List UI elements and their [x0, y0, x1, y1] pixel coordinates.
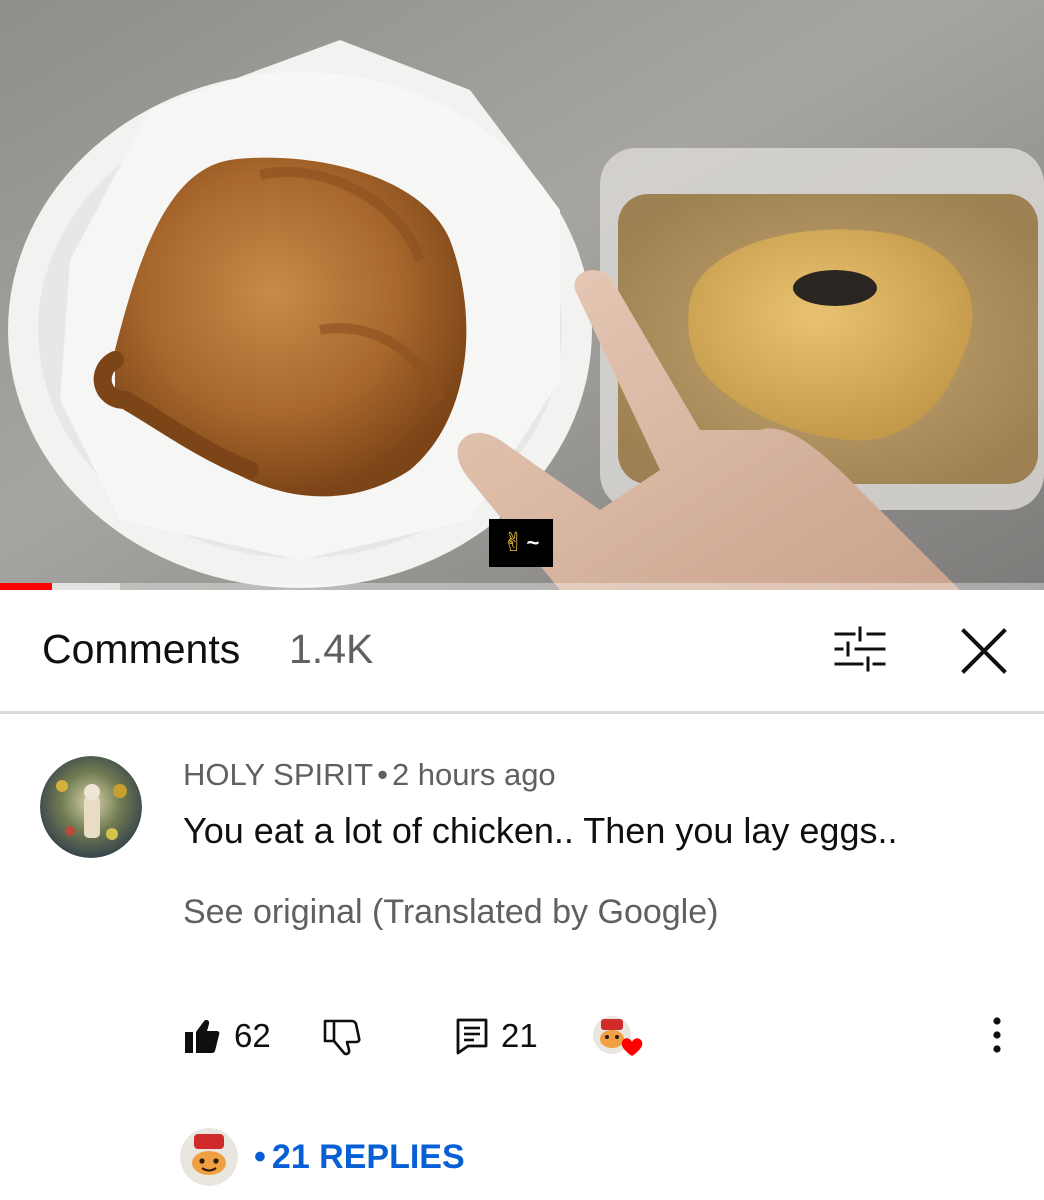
dislike-button[interactable] [322, 1016, 366, 1058]
caption-chip: ✌ ~ [489, 519, 553, 567]
progress-fill [0, 583, 53, 590]
thumbs-down-icon [323, 1019, 361, 1056]
close-icon [961, 628, 1007, 674]
creator-avatar-hat [601, 1019, 623, 1030]
like-button[interactable]: 62 [184, 1015, 271, 1057]
author-name[interactable]: HOLY SPIRIT [183, 757, 373, 792]
close-button[interactable] [956, 623, 1012, 679]
comment-icon [456, 1018, 488, 1055]
more-options-button[interactable] [980, 1014, 1014, 1058]
victory-hand-icon: ✌ [502, 528, 525, 558]
view-replies-button[interactable]: • 21 REPLIES [180, 1128, 465, 1186]
comment-meta: HOLY SPIRIT • 2 hours ago [183, 757, 556, 793]
comments-count: 1.4K [289, 626, 374, 672]
sliders-icon [834, 626, 886, 672]
comment-text: You eat a lot of chicken.. Then you lay … [183, 810, 898, 851]
reply-button[interactable]: 21 [455, 1015, 538, 1057]
like-count: 62 [234, 1017, 271, 1054]
more-vertical-icon [993, 1017, 1001, 1053]
video-frame [0, 0, 1044, 590]
video-player[interactable]: ✌ ~ [0, 0, 1044, 590]
caption-suffix: ~ [526, 530, 540, 555]
author-avatar[interactable] [40, 756, 142, 858]
creator-heart [592, 1015, 646, 1061]
replies-label: • 21 REPLIES [254, 1138, 465, 1177]
meta-separator: • [377, 757, 388, 792]
heart-icon [621, 1038, 643, 1056]
replies-separator: • [254, 1137, 266, 1176]
thumbs-up-filled-icon [185, 1020, 220, 1053]
comments-title: Comments [42, 626, 241, 672]
filter-button[interactable] [832, 626, 888, 672]
progress-bar[interactable] [0, 583, 1044, 590]
see-original-link[interactable]: See original (Translated by Google) [183, 893, 718, 932]
replies-text: 21 REPLIES [271, 1137, 465, 1176]
comment-time: 2 hours ago [391, 757, 556, 792]
reply-count: 21 [501, 1017, 538, 1054]
creator-avatar [180, 1128, 238, 1186]
